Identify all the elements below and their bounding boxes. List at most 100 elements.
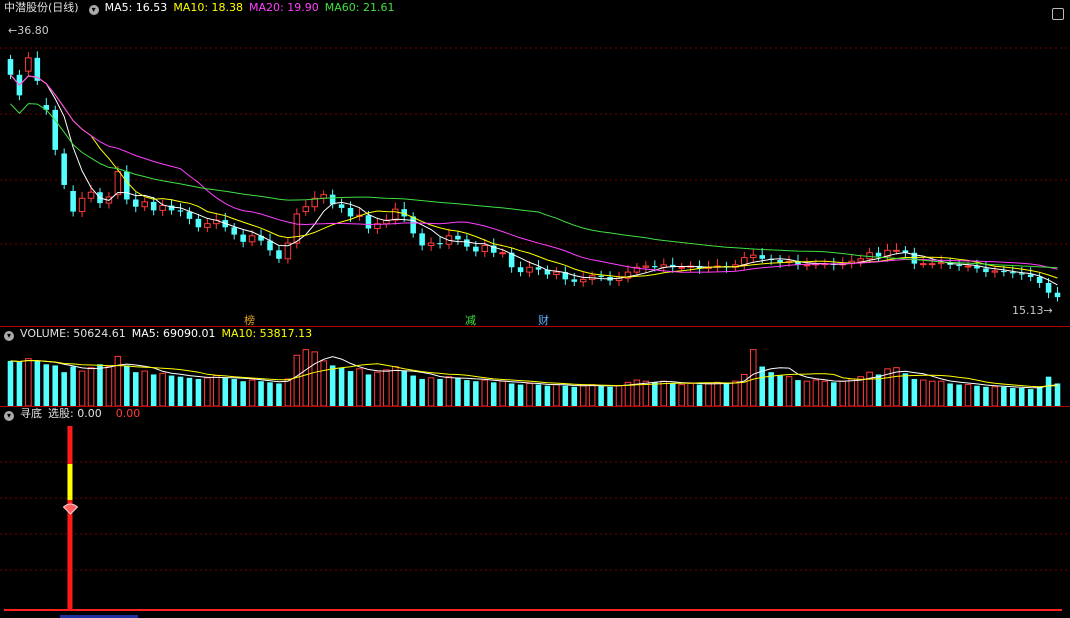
volume-bar (284, 378, 292, 406)
ma5-label: MA5: 16.53 (104, 1, 168, 14)
candle-body (1045, 283, 1052, 293)
volume-value: VOLUME: 50624.61 (20, 327, 126, 340)
volume-bar (777, 375, 783, 406)
candle-body (759, 255, 765, 259)
volume-bar (195, 378, 202, 406)
candle-body (204, 223, 211, 228)
volume-bar (356, 368, 363, 406)
volume-bar (114, 355, 122, 406)
volume-bar (392, 366, 399, 406)
candle-body (571, 279, 578, 282)
candle-body (347, 207, 354, 217)
volume-bar (947, 383, 953, 406)
candle-body (114, 171, 122, 196)
settings-circle-icon[interactable]: ▾ (88, 5, 99, 15)
candle-body (159, 205, 166, 211)
price-panel[interactable]: 中潜股份(日线) ▾ MA5: 16.53 MA10: 18.38 MA20: 19.9… (0, 0, 1070, 327)
volume-bar (410, 375, 416, 406)
volume-bar (937, 380, 945, 406)
volume-bar (168, 375, 175, 406)
candle-body (499, 252, 506, 255)
volume-bar (374, 371, 381, 406)
candle-body (78, 197, 86, 213)
volume-bar (1036, 386, 1043, 406)
volume-bar (401, 371, 408, 406)
candle-body (526, 266, 533, 273)
candle-body (866, 252, 873, 260)
volume-bar (248, 379, 256, 406)
candle-body (392, 208, 399, 221)
volume-bar (437, 378, 443, 406)
volume-bar (427, 377, 435, 406)
candle-body (749, 254, 757, 259)
volume-bar (419, 378, 425, 406)
indicator-settings-icon[interactable]: ▾ (4, 411, 14, 421)
signal-marker-icon (62, 503, 79, 515)
volume-bar (213, 375, 220, 406)
volume-bar (455, 377, 461, 406)
candlestick-chart[interactable] (0, 0, 1070, 326)
candle-body (427, 242, 435, 246)
candle-body (928, 263, 936, 266)
volume-bar (687, 382, 694, 406)
volume-bar (812, 379, 820, 406)
volume-bar (267, 382, 273, 406)
candle-body (195, 218, 202, 228)
volume-bar (150, 374, 157, 406)
volume-header: ▾ VOLUME: 50624.61 MA5: 69090.01 MA10: 5381… (0, 326, 318, 342)
volume-bar (723, 383, 730, 406)
volume-bar (732, 380, 739, 406)
candle-body (991, 270, 999, 273)
volume-bar (983, 386, 989, 406)
volume-panel[interactable]: ▾ VOLUME: 50624.61 MA5: 69090.01 MA10: 5381… (0, 326, 1070, 406)
low-price-value: 15.13 (1012, 304, 1044, 317)
volume-bar (464, 380, 470, 406)
high-price-label: ←36.80 (8, 24, 49, 37)
candle-body (132, 199, 139, 207)
volume-bar (696, 384, 703, 406)
volume-bar (1027, 389, 1034, 406)
price-header: 中潜股份(日线) ▾ MA5: 16.53 MA10: 18.38 MA20: 19.9… (0, 0, 400, 16)
ma20-line (10, 74, 1058, 273)
candle-body (1027, 274, 1034, 277)
candle-body (87, 191, 95, 199)
candle-body (248, 235, 256, 243)
volume-bar (52, 365, 58, 406)
volume-bar (25, 358, 32, 406)
candle-body (177, 210, 184, 212)
volume-bar (1010, 387, 1016, 406)
volume-bar (508, 383, 515, 406)
volume-bar (87, 367, 95, 406)
indicator-chart[interactable] (0, 406, 1070, 618)
volume-bar (956, 384, 962, 406)
volume-bar (473, 381, 479, 406)
ma10-label: MA10: 18.38 (173, 1, 244, 14)
volume-bar (866, 371, 873, 406)
candle-body (803, 264, 811, 267)
volume-bar (803, 380, 811, 406)
volume-bar (1001, 386, 1007, 406)
volume-bar (615, 385, 623, 406)
volume-bar (669, 383, 676, 406)
volume-bar (526, 382, 533, 406)
candle-body (186, 211, 193, 219)
volume-bar (222, 377, 229, 406)
volume-bar (490, 382, 497, 406)
volume-bar (749, 349, 757, 406)
volume-bar (964, 384, 972, 406)
volume-bar (517, 384, 524, 406)
volume-bar (991, 386, 999, 406)
candle-body (25, 57, 32, 72)
candle-body (652, 266, 658, 268)
volume-settings-icon[interactable]: ▾ (4, 331, 14, 341)
indicator-panel[interactable]: ▾ 寻底 选股: 0.00 0.00 (0, 406, 1070, 618)
volume-bar (598, 385, 604, 406)
volume-ma10: MA10: 53817.13 (221, 327, 313, 340)
maximize-icon[interactable] (1052, 8, 1064, 20)
indicator-pick: 选股: 0.00 (48, 407, 102, 420)
candle-body (893, 249, 900, 252)
high-price-value: 36.80 (17, 24, 49, 37)
volume-bar (7, 360, 14, 406)
volume-bar (383, 369, 390, 406)
candle-body (52, 109, 58, 150)
